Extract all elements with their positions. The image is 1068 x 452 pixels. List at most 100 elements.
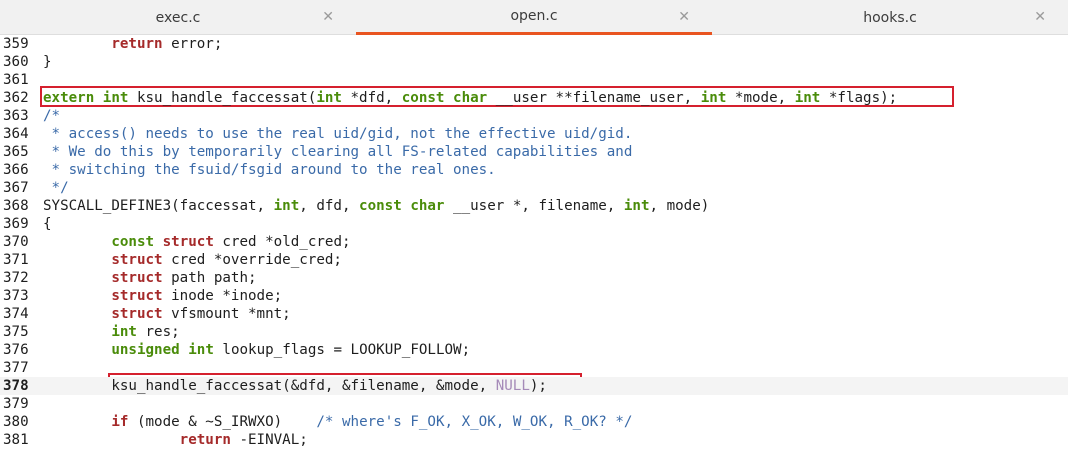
code-text: /* [43, 107, 60, 125]
code-line[interactable]: 375 int res; [0, 323, 1068, 341]
code-line[interactable]: 366 * switching the fsuid/fsgid around t… [0, 161, 1068, 179]
code-token: vfsmount *mnt; [162, 306, 291, 322]
code-text: */ [43, 179, 69, 197]
tab-label: hooks.c [863, 9, 917, 26]
code-token: struct [111, 270, 163, 286]
code-token: */ [43, 180, 69, 196]
line-number: 372 [3, 270, 29, 286]
code-text: if (mode & ~S_IRWXO) /* where's F_OK, X_… [43, 413, 632, 431]
code-line[interactable]: 364 * access() needs to use the real uid… [0, 125, 1068, 143]
line-number: 370 [3, 234, 29, 250]
code-line[interactable]: 381 return -EINVAL; [0, 431, 1068, 449]
code-line[interactable]: 374 struct vfsmount *mnt; [0, 305, 1068, 323]
code-text: return error; [43, 35, 222, 53]
code-token: return [111, 36, 163, 52]
code-token: __user *, filename, [444, 198, 624, 214]
code-line[interactable]: 362 extern int ksu_handle_faccessat(int *… [0, 89, 1068, 107]
code-line[interactable]: 371 struct cred *override_cred; [0, 251, 1068, 269]
code-token: extern [43, 90, 95, 106]
tab-bar: exec.c ✕ open.c ✕ hooks.c ✕ [0, 0, 1068, 35]
code-token: struct [111, 252, 163, 268]
code-token: struct [111, 306, 163, 322]
code-token: const [359, 198, 402, 214]
code-token: } [43, 54, 52, 70]
code-line[interactable]: 361 [0, 71, 1068, 89]
code-token: /* [43, 108, 61, 124]
code-text: struct inode *inode; [43, 287, 282, 305]
code-token: int [273, 198, 300, 214]
code-text: struct cred *override_cred; [43, 251, 342, 269]
code-token: path path; [162, 270, 257, 286]
code-line[interactable]: 367 */ [0, 179, 1068, 197]
code-token: struct [111, 288, 163, 304]
code-token: unsigned [111, 342, 180, 358]
code-token: , mode) [649, 198, 710, 214]
code-text: int res; [43, 323, 179, 341]
code-editor[interactable]: 359 return error; 360} 361 362 extern int ks… [0, 35, 1068, 449]
line-number: 371 [3, 252, 29, 268]
line-number: 377 [3, 360, 29, 376]
code-token: *flags); [820, 90, 898, 106]
line-number: 374 [3, 306, 29, 322]
tab-open-c[interactable]: open.c ✕ [356, 0, 712, 35]
line-number: 363 [3, 108, 29, 124]
close-icon[interactable]: ✕ [322, 9, 334, 25]
line-number: 367 [3, 180, 29, 196]
code-line[interactable]: 365 * We do this by temporarily clearing… [0, 143, 1068, 161]
line-number: 364 [3, 126, 29, 142]
line-number: 376 [3, 342, 29, 358]
tab-label: exec.c [155, 9, 201, 26]
line-number: 373 [3, 288, 29, 304]
code-token: const [111, 234, 155, 250]
code-token: * We do this by temporarily clearing all… [43, 144, 633, 160]
code-token: return [179, 432, 231, 448]
code-line[interactable]: 360} [0, 53, 1068, 71]
code-line[interactable]: 380 if (mode & ~S_IRWXO) /* where's F_OK… [0, 413, 1068, 431]
code-line[interactable]: 378 ksu_handle_faccessat(&dfd, &filename… [0, 377, 1068, 395]
code-text: * access() needs to use the real uid/gid… [43, 125, 633, 143]
code-token: ksu_handle_faccessat(&dfd, &filename, &m… [43, 378, 496, 394]
code-token: (mode & ~S_IRWXO) [128, 414, 317, 430]
code-token: const [401, 90, 445, 106]
tab-hooks-c[interactable]: hooks.c ✕ [712, 0, 1068, 35]
code-token: , dfd, [299, 198, 360, 214]
code-text: return -EINVAL; [43, 431, 308, 449]
code-token: int [111, 324, 137, 340]
code-text: unsigned int lookup_flags = LOOKUP_FOLLO… [43, 341, 470, 359]
close-icon[interactable]: ✕ [678, 9, 690, 25]
line-number: 365 [3, 144, 29, 160]
code-text: SYSCALL_DEFINE3(faccessat, int, dfd, con… [43, 197, 709, 215]
code-line[interactable]: 373 struct inode *inode; [0, 287, 1068, 305]
code-token: cred *old_cred; [213, 234, 351, 250]
code-line[interactable]: 359 return error; [0, 35, 1068, 53]
code-text: ksu_handle_faccessat(&dfd, &filename, &m… [43, 377, 547, 395]
line-number: 366 [3, 162, 29, 178]
code-line[interactable]: 368 SYSCALL_DEFINE3(faccessat, int, dfd, … [0, 197, 1068, 215]
code-token: *mode, [726, 90, 795, 106]
code-line[interactable]: 363 /* [0, 107, 1068, 125]
code-token: inode *inode; [162, 288, 283, 304]
code-line[interactable]: 376 unsigned int lookup_flags = LOOKUP_F… [0, 341, 1068, 359]
code-line[interactable]: 369 { [0, 215, 1068, 233]
code-line[interactable]: 379 [0, 395, 1068, 413]
close-icon[interactable]: ✕ [1034, 9, 1046, 25]
code-token: cred *override_cred; [162, 252, 342, 268]
code-text: * switching the fsuid/fsgid around to th… [43, 161, 496, 179]
code-line[interactable]: 372 struct path path; [0, 269, 1068, 287]
code-text: extern int ksu_handle_faccessat(int *dfd… [43, 89, 897, 107]
code-line[interactable]: 370 const struct cred *old_cred; [0, 233, 1068, 251]
code-token: ksu_handle_faccessat( [128, 90, 317, 106]
code-text: { [43, 215, 52, 233]
code-token: *dfd, [341, 90, 402, 106]
code-line[interactable]: 377 [0, 359, 1068, 377]
line-number: 359 [3, 36, 29, 52]
code-token: int [102, 90, 129, 106]
tab-exec-c[interactable]: exec.c ✕ [0, 0, 356, 35]
